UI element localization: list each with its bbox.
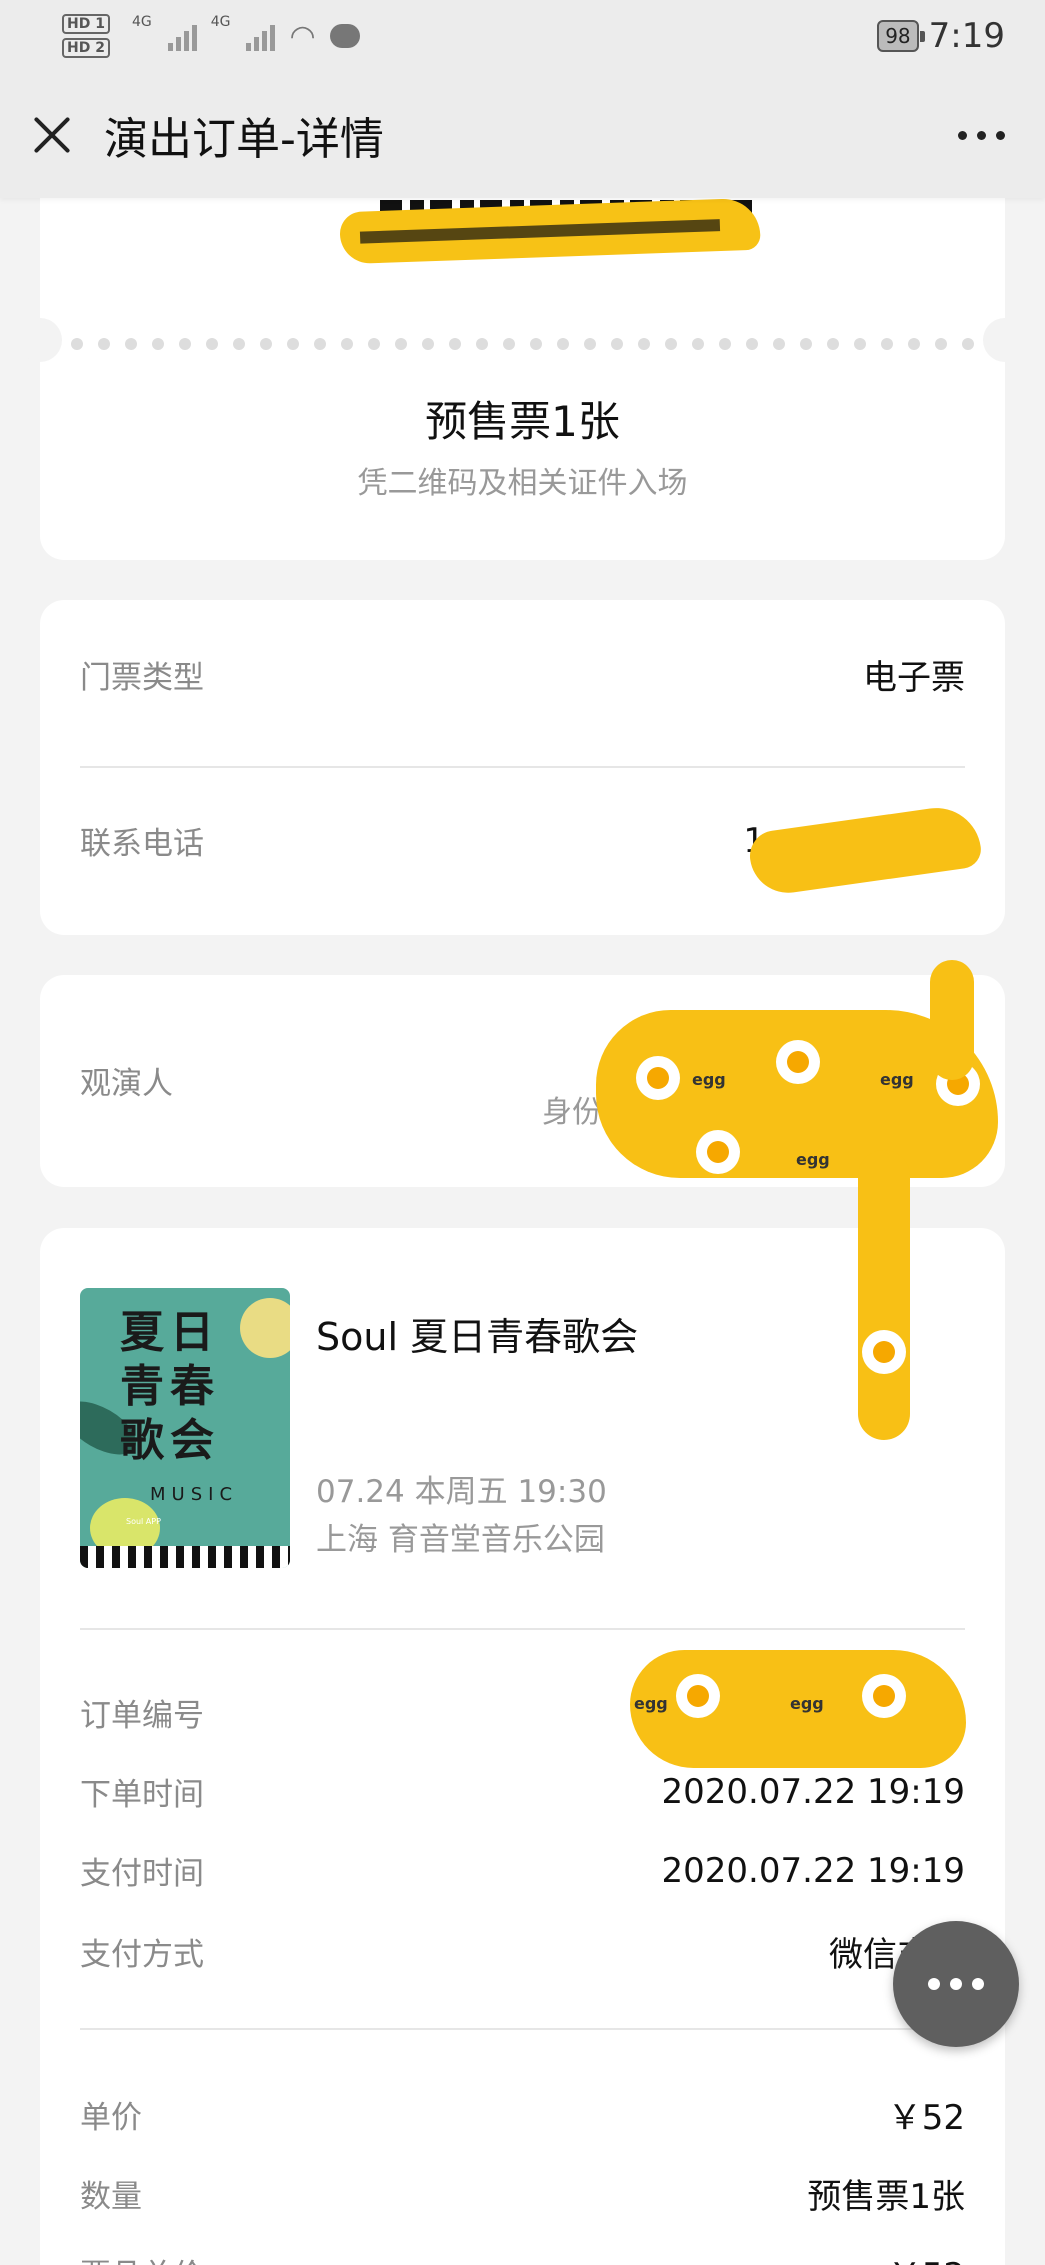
total-label: 票品总价 <box>80 2250 204 2265</box>
poster-brand: Soul APP <box>126 1517 161 1526</box>
quantity-label: 数量 <box>80 2179 142 2215</box>
signal1-icon <box>167 21 197 51</box>
total-value: ￥52 <box>888 2248 965 2265</box>
divider <box>80 2028 965 2030</box>
order-created-label: 下单时间 <box>80 1777 204 1813</box>
hd1-badge: HD 1 <box>62 14 110 34</box>
ticket-card: 预售票1张 凭二维码及相关证件入场 <box>18 150 1027 560</box>
show-venue: 上海 育音堂音乐公园 <box>316 1522 605 1558</box>
viewer-redaction-top <box>930 960 974 1080</box>
poster-music: MUSIC <box>150 1484 239 1505</box>
wifi-icon: ◠ <box>289 18 316 54</box>
quantity-value: 预售票1张 <box>807 2177 965 2217</box>
divider <box>80 766 965 768</box>
total-row: 票品总价 ￥52 <box>80 2248 965 2265</box>
title-bar: 演出订单-详情 <box>0 72 1045 198</box>
order-method-row: 支付方式 微信支付 <box>80 1927 965 1976</box>
order-paid-label: 支付时间 <box>80 1856 204 1892</box>
viewer-redaction-stem <box>858 1150 910 1440</box>
show-time: 07.24 本周五 19:30 <box>316 1474 607 1510</box>
order-paid-value: 2020.07.22 19:19 <box>661 1850 965 1891</box>
ticket-type-row: 门票类型 电子票 <box>80 650 965 699</box>
viewer-label: 观演人 <box>80 1066 173 1102</box>
signal2-icon <box>246 21 276 51</box>
signal1-label: 4G <box>131 14 152 30</box>
battery-icon: 98 <box>877 20 926 52</box>
price-label: 单价 <box>80 2100 142 2136</box>
ticket-type-value: 电子票 <box>863 658 965 698</box>
price-value: ￥52 <box>887 2098 965 2138</box>
signal2-label: 4G <box>210 14 231 30</box>
message-icon <box>329 24 360 48</box>
more-icon[interactable] <box>948 121 1015 150</box>
order-number-redaction: egg egg <box>630 1650 966 1768</box>
show-poster[interactable]: 夏日青春歌会 MUSIC Soul APP <box>80 1288 290 1568</box>
phone-label: 联系电话 <box>80 826 204 862</box>
order-number-label: 订单编号 <box>80 1698 204 1734</box>
ticket-type-label: 门票类型 <box>80 660 204 696</box>
status-bar: HD 1 HD 2 4G 4G ◠ 98 7:19 <box>0 0 1045 72</box>
poster-title: 夏日青春歌会 <box>120 1307 220 1466</box>
ticket-info-card: 门票类型 电子票 联系电话 1 <box>40 600 1005 935</box>
status-left: HD 1 HD 2 4G 4G ◠ <box>62 14 360 58</box>
ticket-note: 凭二维码及相关证件入场 <box>357 466 688 501</box>
ticket-perforation <box>40 338 1005 352</box>
order-created-value: 2020.07.22 19:19 <box>661 1771 965 1812</box>
quantity-row: 数量 预售票1张 <box>80 2169 965 2218</box>
float-more-icon <box>928 1978 940 1990</box>
divider <box>80 1628 965 1630</box>
order-paid-row: 支付时间 2020.07.22 19:19 <box>80 1848 965 1893</box>
status-right: 98 7:19 <box>877 16 1005 56</box>
price-row: 单价 ￥52 <box>80 2090 965 2139</box>
close-icon[interactable] <box>30 113 74 157</box>
clock: 7:19 <box>928 16 1005 56</box>
ticket-count: 预售票1张 <box>425 397 620 446</box>
float-more-button[interactable] <box>893 1921 1019 2047</box>
show-title[interactable]: Soul 夏日青春歌会 <box>316 1306 638 1361</box>
viewer-id-label: 身份 <box>542 1095 602 1130</box>
page-title: 演出订单-详情 <box>104 114 384 165</box>
order-created-row: 下单时间 2020.07.22 19:19 <box>80 1769 965 1814</box>
order-method-label: 支付方式 <box>80 1937 204 1973</box>
hd2-badge: HD 2 <box>62 38 110 58</box>
hd-indicators: HD 1 HD 2 <box>62 14 110 58</box>
poster-piano-keys <box>80 1546 290 1568</box>
